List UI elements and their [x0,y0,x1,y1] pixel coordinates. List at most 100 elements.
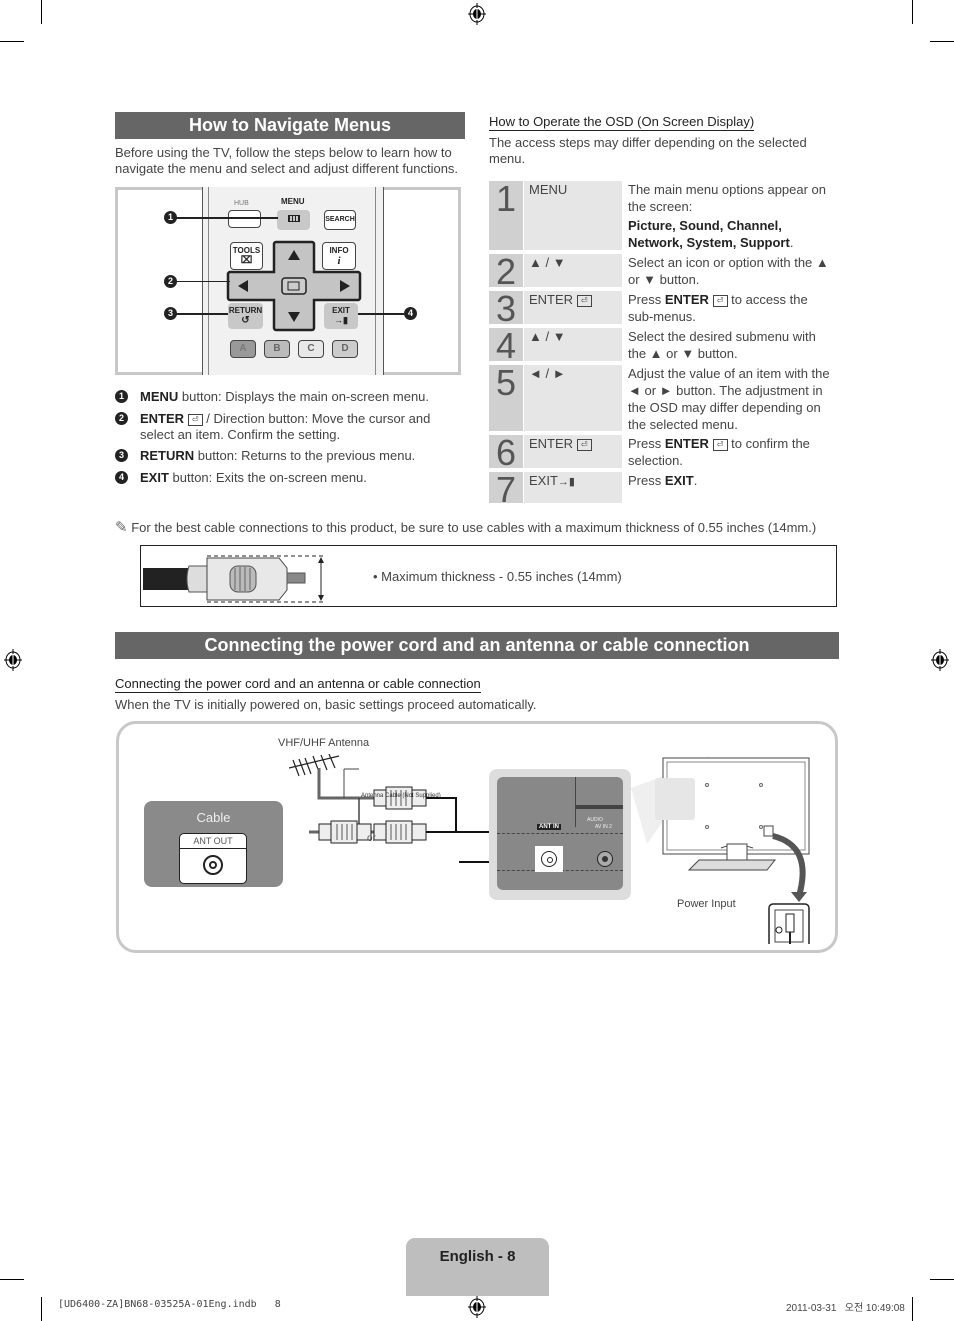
navigate-legend: 1 MENU button: Displays the main on-scre… [115,389,465,486]
enter-icon: ⏎ [712,294,728,307]
registration-mark-icon [4,649,22,671]
enter-icon: ⏎ [712,438,728,451]
osd-step: 1 MENU The main menu options appear on t… [489,181,834,250]
step-desc: Select the desired submenu with the ▲ or… [628,329,816,361]
remote-illustration: HUB MENU SEARCH TOOLS ⌧ INFO i RETURN ↺ … [115,187,461,375]
connect-intro: When the TV is initially powered on, bas… [115,697,537,712]
legend-key: EXIT [140,470,169,485]
legend-key: ENTER [140,411,185,426]
osd-intro: The access steps may differ depending on… [489,135,807,166]
print-timestamp: 2011-03-31 오전 10:49:08 [786,1303,905,1314]
menu-button[interactable] [277,210,310,230]
antenna-icon [288,754,340,777]
legend-text: button: Returns to the previous menu. [194,448,416,463]
cable-box: Cable ANT OUT [144,801,283,887]
cable-plug-illustration [143,555,324,603]
step-number: 6 [489,435,523,471]
step-desc: Press ENTER ⏎ to confirm the selection. [628,436,810,468]
legend-key: MENU [140,389,179,404]
note-text: For the best cable connections to this p… [131,520,817,535]
legend-item: 3 RETURN button: Returns to the previous… [115,448,465,464]
thickness-text: Maximum thickness - 0.55 inches (14mm) [381,569,622,584]
crop-mark [912,0,913,24]
return-icon: ↺ [241,315,250,326]
av-in-label: AV IN 2 [595,824,612,830]
step-key: ▲ / ▼ [524,254,622,287]
ant-out-label: ANT OUT [180,834,246,849]
crop-mark [930,41,954,42]
audio-label: AUDIO [587,817,603,823]
legend-number: 2 [115,412,128,425]
step-number: 2 [489,254,523,290]
color-button-b[interactable]: B [264,340,290,358]
exit-label: EXIT [332,306,350,315]
osd-step: 4 ▲ / ▼ Select the desired submenu with … [489,328,834,364]
legend-text: button: Displays the main on-screen menu… [178,389,430,404]
cable-box-label: Cable [196,810,231,825]
legend-number: 1 [115,390,128,403]
ant-in-port[interactable] [535,846,563,872]
enter-icon: ⏎ [187,413,203,426]
connection-diagram: Cable ANT OUT VHF/UHF Antenna Antenna Ca… [116,721,838,953]
step-key: ENTER ⏎ [524,291,622,324]
step-number: 4 [489,328,523,364]
crop-mark [0,41,24,42]
color-button-c[interactable]: C [298,340,324,358]
color-button-d[interactable]: D [332,340,358,358]
smart-hub-button[interactable] [228,210,261,228]
tv-panel-closeup: AUDIO AV IN 2 ANT IN [489,769,631,900]
step-desc-text: The main menu options appear on the scre… [628,182,827,214]
step-key: MENU [524,181,622,250]
registration-mark-icon [468,3,486,25]
thickness-bullet: • Maximum thickness - 0.55 inches (14mm) [373,569,622,584]
step-desc: Press ENTER ⏎ to access the sub-menus. [628,292,808,324]
connect-subtitle: Connecting the power cord and an antenna… [115,676,481,693]
osd-step: 5 ◄ / ► Adjust the value of an item with… [489,365,834,432]
pencil-note-icon: ✎ [115,519,128,536]
color-button-a[interactable]: A [230,340,256,358]
enter-icon: ⏎ [576,438,592,451]
osd-step: 6 ENTER ⏎ Press ENTER ⏎ to confirm the s… [489,435,834,471]
antenna-cable-note: Antenna Cable (Not Supplied) [361,793,441,799]
crop-mark [0,1279,24,1280]
page-number-tab: English - 8 [406,1238,549,1296]
step-key: ▲ / ▼ [524,328,622,361]
crop-mark [912,1297,913,1321]
step-desc: Adjust the value of an item with the ◄ o… [628,366,830,432]
osd-step: 2 ▲ / ▼ Select an icon or option with th… [489,254,834,290]
coax-port-icon [203,855,223,875]
navigate-section-title: How to Navigate Menus [115,112,465,139]
exit-icon: →▮ [557,476,575,488]
crop-mark [930,1279,954,1280]
crop-mark [41,0,42,24]
legend-item: 4 EXIT button: Exits the on-screen menu. [115,470,465,486]
step-desc: Select an icon or option with the ▲ or ▼… [628,255,829,287]
callout-4: 4 [404,307,417,320]
cable-thickness-box: • Maximum thickness - 0.55 inches (14mm) [140,545,837,607]
search-button[interactable]: SEARCH [324,210,356,230]
step-number: 3 [489,291,523,327]
power-input-label: Power Input [677,898,736,910]
av-port-icon [597,851,613,867]
or-label: or [367,833,376,844]
step-key: ENTER ⏎ [524,435,622,468]
osd-step: 3 ENTER ⏎ Press ENTER ⏎ to access the su… [489,291,834,327]
step-key: EXIT→▮ [524,472,622,503]
legend-number: 4 [115,471,128,484]
return-button[interactable]: RETURN ↺ [228,303,263,329]
menu-label: MENU [281,197,305,206]
step-key: ◄ / ► [524,365,622,431]
exit-button[interactable]: EXIT →▮ [324,303,358,329]
step-desc: Press EXIT. [628,473,698,488]
step-number: 5 [489,365,523,431]
antenna-cable-illustration [288,754,489,844]
ant-in-label: ANT IN [537,824,561,830]
enter-button [281,277,307,295]
connect-section-title: Connecting the power cord and an antenna… [115,632,839,659]
legend-key: RETURN [140,448,195,463]
legend-item: 2 ENTER ⏎ / Direction button: Move the c… [115,411,465,443]
legend-text: / Direction button: Move the cursor and … [140,411,431,442]
page-number: English - 8 [439,1248,516,1265]
registration-mark-icon [931,649,949,671]
legend-item: 1 MENU button: Displays the main on-scre… [115,389,465,405]
